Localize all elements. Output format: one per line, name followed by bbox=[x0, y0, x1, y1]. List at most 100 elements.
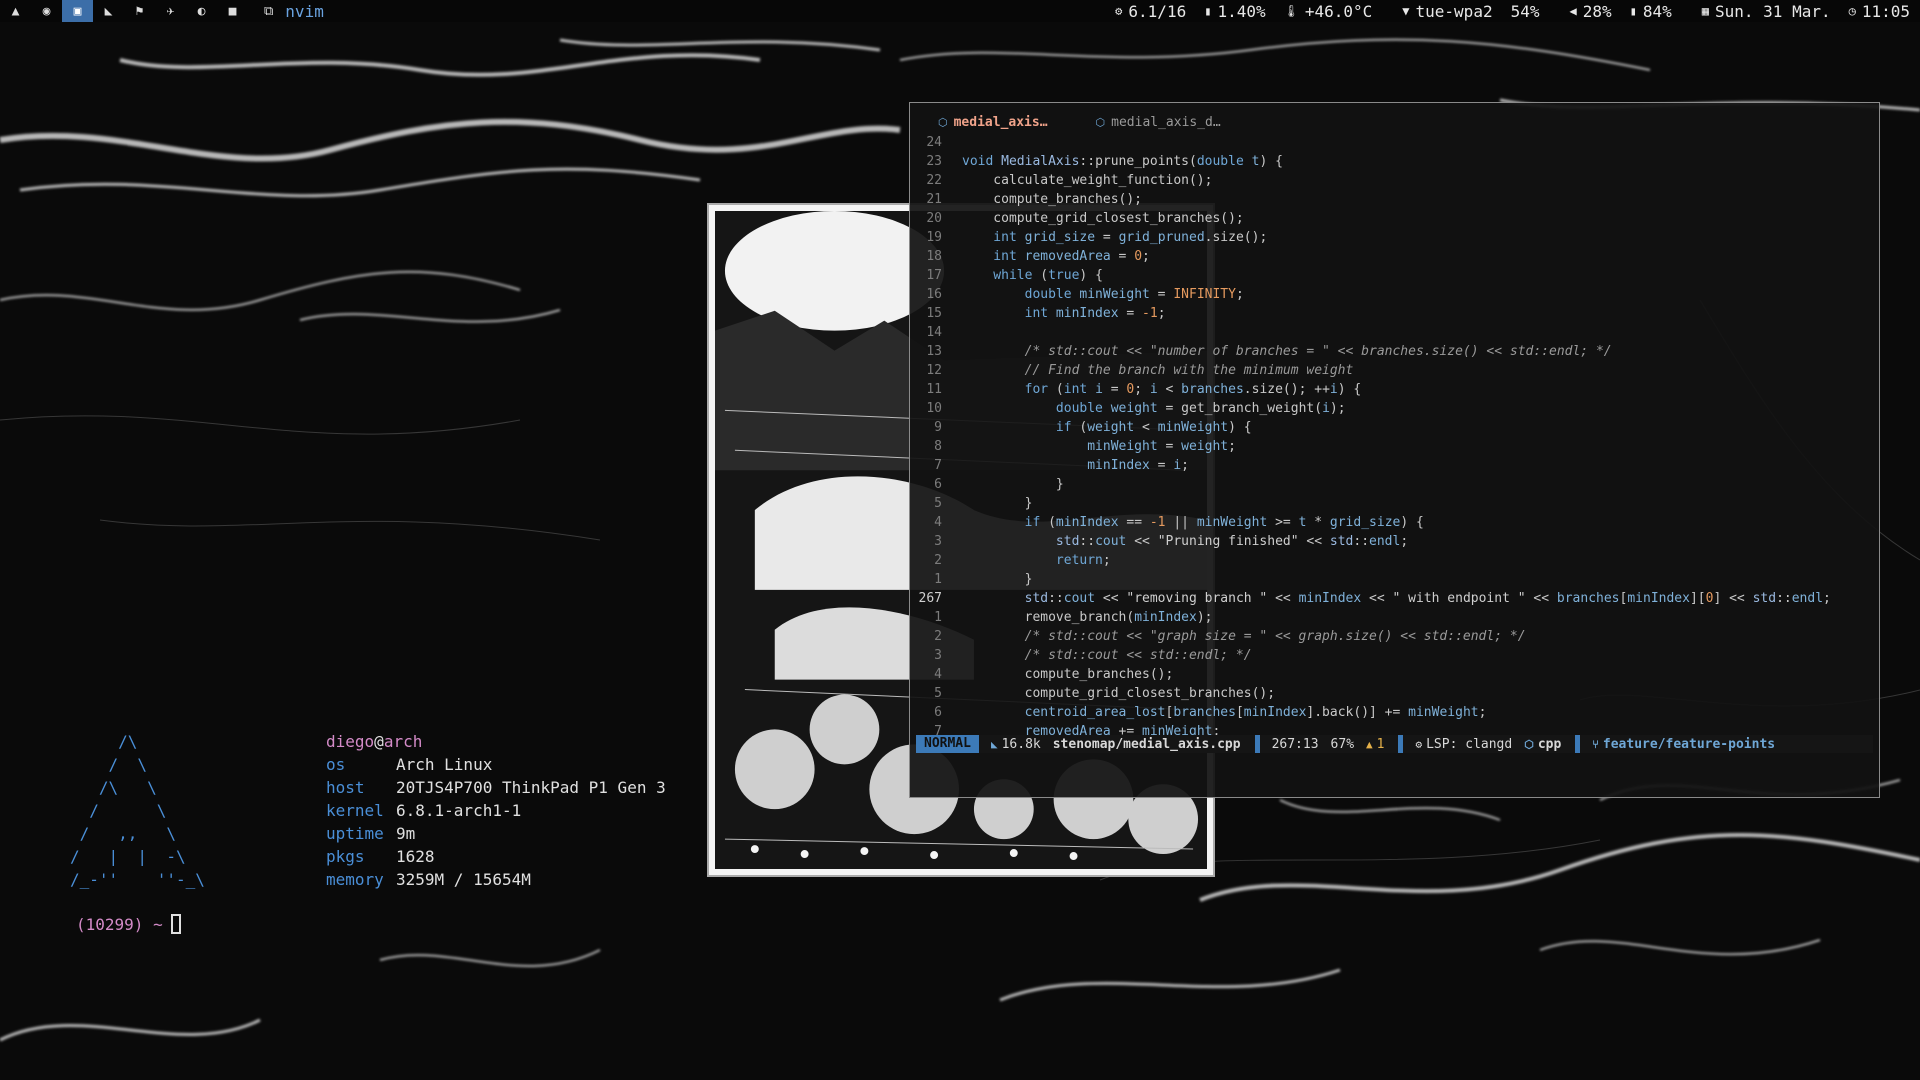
code-line[interactable]: 8 minWeight = weight; bbox=[910, 437, 1879, 456]
date-module[interactable]: ▦ Sun. 31 Mar. bbox=[1702, 2, 1831, 21]
nvim-tabline: ⬡ medial_axis… ⬡ medial_axis_d… bbox=[910, 103, 1879, 135]
code-token: minIndex bbox=[1055, 515, 1119, 530]
code-line[interactable]: 20 compute_grid_closest_branches(); bbox=[910, 209, 1879, 228]
code-line[interactable]: 3 std::cout << "Pruning finished" << std… bbox=[910, 532, 1879, 551]
line-text: /* std::cout << "number of branches = " … bbox=[942, 342, 1612, 361]
code-token: ; bbox=[1181, 458, 1189, 473]
line-text: for (int i = 0; i < branches.size(); ++i… bbox=[942, 380, 1362, 399]
info-key: os bbox=[326, 755, 346, 774]
code-line[interactable]: 18 int removedArea = 0; bbox=[910, 247, 1879, 266]
info-value: Arch Linux bbox=[396, 755, 493, 774]
buffer-tab-1[interactable]: ⬡ medial_axis… bbox=[938, 109, 1048, 135]
current-code-line[interactable]: 267 std::cout << "removing branch " << m… bbox=[910, 589, 1879, 608]
code-line[interactable]: 22 calculate_weight_function(); bbox=[910, 171, 1879, 190]
code-line[interactable]: 1 remove_branch(minIndex); bbox=[910, 608, 1879, 627]
buffer-tab-2[interactable]: ⬡ medial_axis_d… bbox=[1096, 109, 1221, 135]
cpu-icon: ▮ bbox=[1204, 4, 1212, 18]
code-line[interactable]: 1 } bbox=[910, 570, 1879, 589]
plane-icon[interactable]: ✈ bbox=[155, 0, 186, 22]
code-token: minIndex bbox=[1055, 306, 1119, 321]
code-line[interactable]: 21 compute_branches(); bbox=[910, 190, 1879, 209]
neofetch-output: /\ / \ /\ \ / \ / ,, \ / | | -\ /_-'' ''… bbox=[70, 730, 666, 891]
temperature-module: 🌡︎ +46.0°C bbox=[1283, 1, 1373, 21]
code-token: int bbox=[962, 306, 1056, 321]
code-token: = bbox=[1149, 458, 1174, 473]
code-line[interactable]: 7 minIndex = i; bbox=[910, 456, 1879, 475]
code-token: int bbox=[962, 249, 1025, 264]
code-token: ); bbox=[1196, 610, 1213, 625]
terminal-icon[interactable]: ▣ bbox=[62, 0, 93, 22]
code-line[interactable]: 16 double minWeight = INFINITY; bbox=[910, 285, 1879, 304]
line-text: } bbox=[942, 475, 1064, 494]
flag-icon[interactable]: ⚑ bbox=[124, 0, 155, 22]
code-line[interactable]: 15 int minIndex = -1; bbox=[910, 304, 1879, 323]
circle-icon[interactable]: ◐ bbox=[186, 0, 217, 22]
code-token: std bbox=[1752, 591, 1777, 606]
code-line[interactable]: 6 centroid_area_lost[branches[minIndex].… bbox=[910, 703, 1879, 722]
nvim-window[interactable]: ⬡ medial_axis… ⬡ medial_axis_d… 24 23 void Me… bbox=[909, 102, 1880, 798]
info-key: uptime bbox=[326, 824, 384, 843]
code-line[interactable]: 5 } bbox=[910, 494, 1879, 513]
code-token: ; bbox=[1134, 382, 1150, 397]
line-text: centroid_area_lost[branches[minIndex].ba… bbox=[942, 703, 1487, 722]
code-token: weight bbox=[1181, 439, 1229, 454]
code-token: } bbox=[962, 496, 1033, 511]
code-buffer[interactable]: 24 23 void MedialAxis::prune_points(double… bbox=[910, 133, 1879, 741]
code-line[interactable]: 14 bbox=[910, 323, 1879, 342]
line-number: 1 bbox=[934, 610, 942, 625]
code-token: ; bbox=[1102, 553, 1111, 568]
line-text: minWeight = weight; bbox=[942, 437, 1236, 456]
arch-icon[interactable]: ▲ bbox=[0, 0, 31, 22]
code-token: :: bbox=[1353, 534, 1370, 549]
lock-icon[interactable]: ■ bbox=[217, 0, 248, 22]
code-line[interactable]: 23 void MedialAxis::prune_points(double t… bbox=[910, 152, 1879, 171]
code-line[interactable]: 2 return; bbox=[910, 551, 1879, 570]
code-line[interactable]: 6 } bbox=[910, 475, 1879, 494]
shell-prompt[interactable]: (10299) ~ bbox=[76, 914, 181, 934]
code-line[interactable]: 4 if (minIndex == -1 || minWeight >= t *… bbox=[910, 513, 1879, 532]
code-token: branches bbox=[1556, 591, 1620, 606]
code-token: cout bbox=[1063, 591, 1096, 606]
line-number: 2 bbox=[934, 629, 942, 644]
browser-icon[interactable]: ◉ bbox=[31, 0, 62, 22]
code-token: } bbox=[962, 477, 1064, 492]
code-token: std bbox=[962, 534, 1080, 549]
volume-module[interactable]: ◀ 28% bbox=[1569, 2, 1611, 21]
file-size: ◣ 16.8k bbox=[990, 736, 1041, 752]
wifi-module[interactable]: ▼ tue-wpa2 54% bbox=[1402, 2, 1539, 21]
kite-icon[interactable]: ◣ bbox=[93, 0, 124, 22]
line-number: 4 bbox=[934, 515, 942, 530]
line-number: 16 bbox=[926, 287, 942, 302]
code-line[interactable]: 13 /* std::cout << "number of branches =… bbox=[910, 342, 1879, 361]
line-number: 8 bbox=[934, 439, 942, 454]
code-token: "removing branch " bbox=[1126, 591, 1268, 606]
line-text bbox=[942, 323, 962, 342]
code-line[interactable]: 17 while (true) { bbox=[910, 266, 1879, 285]
info-value: 20TJS4P700 ThinkPad P1 Gen 3 bbox=[396, 778, 666, 797]
code-token: << bbox=[1361, 591, 1393, 606]
code-line[interactable]: 9 if (weight < minWeight) { bbox=[910, 418, 1879, 437]
gear-icon: ⚙ bbox=[1115, 4, 1123, 18]
code-token: ) { bbox=[1400, 515, 1424, 530]
code-line[interactable]: 5 compute_grid_closest_branches(); bbox=[910, 684, 1879, 703]
code-token: ; bbox=[1478, 705, 1487, 720]
code-line[interactable]: 24 bbox=[910, 133, 1879, 152]
line-text: int minIndex = -1; bbox=[942, 304, 1166, 323]
code-line[interactable]: 11 for (int i = 0; i < branches.size(); … bbox=[910, 380, 1879, 399]
code-token: == bbox=[1118, 515, 1150, 530]
code-line[interactable]: 12 // Find the branch with the minimum w… bbox=[910, 361, 1879, 380]
code-line[interactable]: 2 /* std::cout << "graph size = " << gra… bbox=[910, 627, 1879, 646]
code-line[interactable]: 3 /* std::cout << std::endl; */ bbox=[910, 646, 1879, 665]
code-token: while bbox=[962, 268, 1041, 283]
line-text: double minWeight = INFINITY; bbox=[942, 285, 1244, 304]
code-token: * bbox=[1306, 515, 1330, 530]
code-token: grid_pruned bbox=[1118, 230, 1205, 245]
code-line[interactable]: 10 double weight = get_branch_weight(i); bbox=[910, 399, 1879, 418]
code-token: :: bbox=[1776, 591, 1792, 606]
code-token: weight bbox=[1087, 420, 1135, 435]
code-token: void bbox=[962, 154, 1002, 169]
code-line[interactable]: 4 compute_branches(); bbox=[910, 665, 1879, 684]
cpp-file-icon: ⬡ bbox=[1095, 115, 1106, 129]
code-line[interactable]: 19 int grid_size = grid_pruned.size(); bbox=[910, 228, 1879, 247]
clock-module[interactable]: ◷ 11:05 bbox=[1849, 2, 1910, 21]
